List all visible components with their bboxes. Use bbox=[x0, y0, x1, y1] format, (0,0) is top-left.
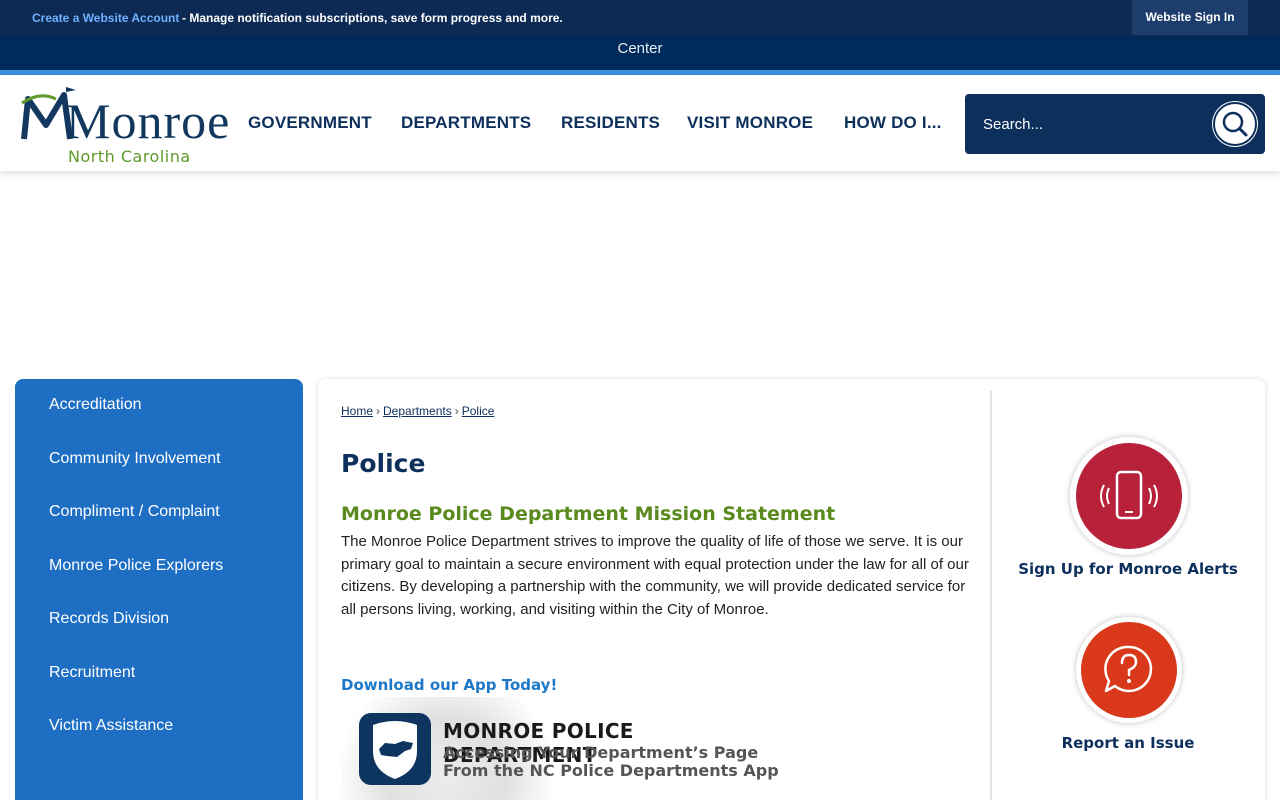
sidebar-item-community-involvement[interactable]: Community Involvement bbox=[49, 450, 221, 468]
sidebar-item-recruitment[interactable]: Recruitment bbox=[49, 664, 135, 682]
monroe-alerts-button[interactable] bbox=[1070, 437, 1188, 555]
breadcrumb: Home › Departments › Police bbox=[341, 404, 494, 418]
download-app-link[interactable]: Download our App Today! bbox=[341, 676, 557, 694]
sidebar-item-police-explorers[interactable]: Monroe Police Explorers bbox=[49, 557, 223, 575]
police-app-banner[interactable]: MONROE POLICE DEPARTMENT Accessing Your … bbox=[341, 697, 791, 800]
sidebar-item-accreditation[interactable]: Accreditation bbox=[49, 396, 142, 414]
monroe-logo[interactable]: Monroe North Carolina bbox=[20, 85, 229, 166]
search-input[interactable] bbox=[983, 112, 1203, 136]
nav-how-do-i[interactable]: HOW DO I... bbox=[844, 113, 942, 133]
website-sign-in-button[interactable]: Website Sign In bbox=[1132, 0, 1248, 35]
search-box bbox=[965, 94, 1265, 154]
sidebar-item-compliment-complaint[interactable]: Compliment / Complaint bbox=[49, 503, 220, 521]
page-title: Police bbox=[341, 449, 426, 478]
mission-heading: Monroe Police Department Mission Stateme… bbox=[341, 503, 836, 525]
breadcrumb-departments[interactable]: Departments bbox=[383, 404, 452, 418]
breadcrumb-separator: › bbox=[376, 404, 381, 418]
notification-strip-text[interactable]: Center bbox=[0, 40, 1280, 57]
breadcrumb-police[interactable]: Police bbox=[462, 404, 495, 418]
nav-residents[interactable]: RESIDENTS bbox=[561, 113, 660, 133]
question-speech-bubble-icon bbox=[1081, 622, 1177, 718]
nav-departments[interactable]: DEPARTMENTS bbox=[401, 113, 531, 133]
notification-strip: Center bbox=[0, 36, 1280, 70]
logo-state-name: North Carolina bbox=[68, 147, 191, 166]
account-benefits-text: - Manage notification subscriptions, sav… bbox=[182, 11, 563, 25]
monroe-alerts-label[interactable]: Sign Up for Monroe Alerts bbox=[1008, 560, 1248, 578]
create-account-link[interactable]: Create a Website Account bbox=[32, 11, 179, 25]
banner-line-2: From the NC Police Departments App bbox=[443, 761, 779, 780]
logo-city-name: Monroe bbox=[66, 93, 231, 149]
breadcrumb-separator: › bbox=[454, 404, 459, 418]
site-header: Monroe North Carolina GOVERNMENT DEPARTM… bbox=[0, 75, 1280, 171]
police-subnav: Accreditation Community Involvement Comp… bbox=[15, 379, 303, 800]
search-icon bbox=[1222, 111, 1248, 137]
nav-government[interactable]: GOVERNMENT bbox=[248, 113, 372, 133]
breadcrumb-home[interactable]: Home bbox=[341, 404, 373, 418]
nav-visit-monroe[interactable]: VISIT MONROE bbox=[687, 113, 813, 133]
mission-statement: The Monroe Police Department strives to … bbox=[341, 533, 969, 618]
nc-police-badge-icon bbox=[359, 713, 431, 785]
sidebar-item-records-division[interactable]: Records Division bbox=[49, 610, 169, 628]
search-button[interactable] bbox=[1213, 102, 1257, 146]
utility-bar: Create a Website Account - Manage notifi… bbox=[0, 0, 1280, 36]
banner-line-1: Accessing Your Department’s Page bbox=[443, 743, 759, 762]
sidebar-item-victim-assistance[interactable]: Victim Assistance bbox=[49, 717, 173, 735]
phone-vibrate-icon bbox=[1076, 443, 1182, 549]
report-issue-label[interactable]: Report an Issue bbox=[1008, 734, 1248, 752]
content-divider bbox=[990, 391, 992, 800]
report-issue-button[interactable] bbox=[1076, 617, 1182, 723]
